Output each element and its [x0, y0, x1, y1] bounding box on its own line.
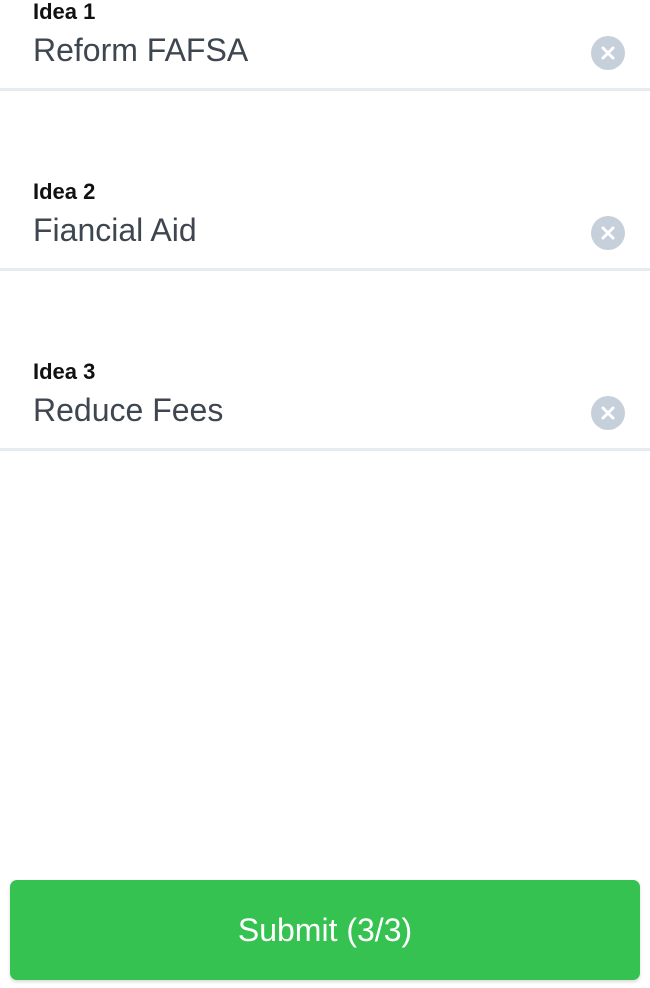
idea-1-input[interactable]	[33, 30, 573, 70]
close-icon	[600, 45, 616, 61]
idea-1-clear-button[interactable]	[591, 36, 625, 70]
idea-1-label: Idea 1	[33, 0, 96, 24]
idea-2-label: Idea 2	[33, 179, 96, 204]
idea-2-divider	[0, 268, 650, 271]
idea-form: Idea 1 Idea 2 Idea 3	[0, 0, 650, 988]
idea-1-divider	[0, 88, 650, 91]
idea-2-input[interactable]	[33, 210, 573, 250]
idea-field-3: Idea 3	[0, 360, 650, 452]
close-icon	[600, 225, 616, 241]
idea-3-divider	[0, 448, 650, 451]
idea-3-input[interactable]	[33, 390, 573, 430]
idea-3-label: Idea 3	[33, 359, 96, 384]
submit-button[interactable]: Submit (3/3)	[10, 880, 640, 980]
idea-field-2: Idea 2	[0, 180, 650, 272]
idea-2-clear-button[interactable]	[591, 216, 625, 250]
submit-button-label: Submit (3/3)	[237, 911, 413, 948]
idea-field-1: Idea 1	[0, 0, 650, 92]
idea-3-clear-button[interactable]	[591, 396, 625, 430]
close-icon	[600, 405, 616, 421]
